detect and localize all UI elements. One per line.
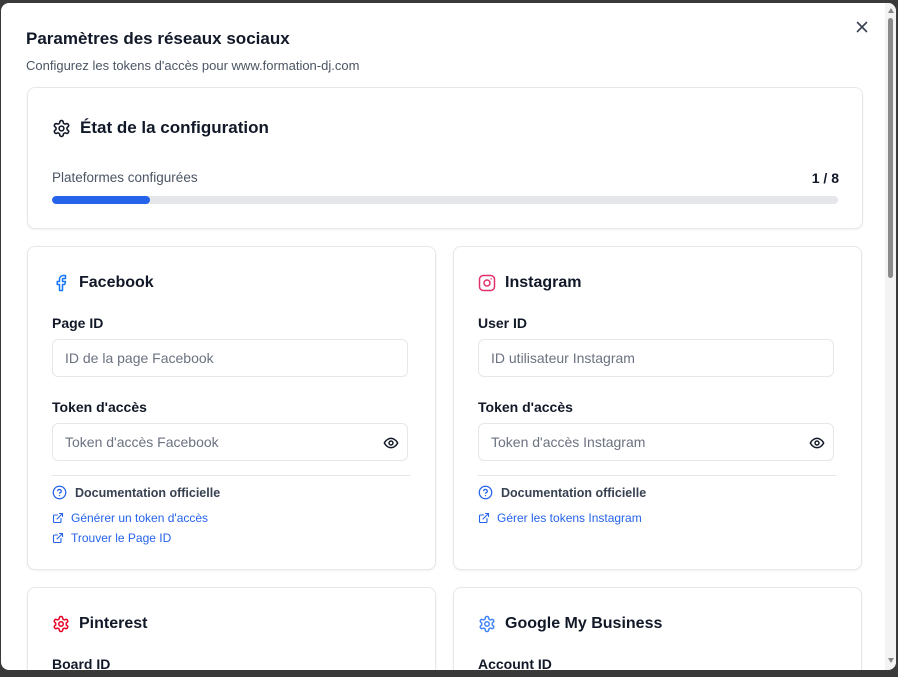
scroll-down-arrow-icon[interactable]	[888, 658, 894, 663]
help-circle-icon	[52, 485, 67, 500]
scrollbar[interactable]	[885, 3, 896, 670]
token-input[interactable]	[52, 423, 408, 461]
pinterest-heading: Pinterest	[52, 615, 147, 633]
scroll-thumb[interactable]	[888, 18, 893, 278]
external-link-icon	[478, 512, 490, 524]
platform-name: Pinterest	[79, 615, 148, 632]
platform-name: Google My Business	[505, 615, 663, 632]
instagram-card: Instagram User ID Token d'accès Document…	[453, 246, 862, 570]
user-id-label: User ID	[478, 315, 528, 331]
eye-icon	[383, 437, 399, 449]
token-input[interactable]	[478, 423, 834, 461]
gear-icon	[479, 615, 495, 633]
settings-dialog: Paramètres des réseaux sociaux Configure…	[1, 3, 896, 670]
token-label: Token d'accès	[52, 399, 147, 415]
close-button[interactable]	[854, 19, 870, 35]
board-id-label: Board ID	[52, 656, 111, 670]
documentation-title: Documentation officielle	[501, 485, 647, 500]
link-label: Générer un token d'accès	[71, 511, 209, 525]
user-id-input[interactable]	[478, 339, 834, 377]
dialog-subtitle: Configurez les tokens d'accès pour www.f…	[26, 58, 360, 73]
configuration-status-card: État de la configuration Plateformes con…	[27, 87, 863, 229]
find-page-id-link[interactable]: Trouver le Page ID	[52, 531, 171, 545]
facebook-heading: Facebook	[52, 274, 154, 292]
generate-token-link[interactable]: Générer un token d'accès	[52, 511, 208, 525]
toggle-visibility-button[interactable]	[383, 435, 399, 451]
page-id-label: Page ID	[52, 315, 104, 331]
google-my-business-heading: Google My Business	[478, 615, 662, 633]
page-id-input[interactable]	[52, 339, 408, 377]
external-link-icon	[52, 532, 64, 544]
eye-icon	[809, 437, 825, 449]
dialog-title: Paramètres des réseaux sociaux	[26, 29, 290, 48]
google-my-business-card: Google My Business Account ID	[453, 587, 862, 670]
manage-tokens-link[interactable]: Gérer les tokens Instagram	[478, 511, 642, 525]
documentation-heading: Documentation officielle	[52, 485, 220, 500]
facebook-icon	[56, 274, 67, 292]
platform-name: Facebook	[79, 274, 154, 291]
link-label: Trouver le Page ID	[71, 531, 172, 545]
token-label: Token d'accès	[478, 399, 573, 415]
documentation-title: Documentation officielle	[75, 485, 221, 500]
external-link-icon	[52, 512, 64, 524]
toggle-visibility-button[interactable]	[809, 435, 825, 451]
divider	[52, 475, 410, 476]
instagram-icon	[478, 274, 496, 292]
dialog-header: Paramètres des réseaux sociaux Configure…	[26, 29, 359, 73]
platform-name: Instagram	[505, 274, 582, 291]
progress-bar	[52, 196, 838, 204]
status-label: Plateformes configurées	[52, 170, 198, 185]
link-label: Gérer les tokens Instagram	[497, 511, 642, 525]
instagram-heading: Instagram	[478, 274, 581, 292]
pinterest-card: Pinterest Board ID	[27, 587, 436, 670]
help-circle-icon	[478, 485, 493, 500]
documentation-heading: Documentation officielle	[478, 485, 646, 500]
account-id-label: Account ID	[478, 656, 552, 670]
facebook-card: Facebook Page ID Token d'accès Documenta…	[27, 246, 436, 570]
scroll-up-arrow-icon[interactable]	[888, 8, 894, 13]
status-count: 1 / 8	[811, 170, 839, 186]
gear-icon	[53, 615, 69, 633]
status-heading: État de la configuration	[52, 118, 269, 138]
status-title: État de la configuration	[80, 118, 269, 137]
close-icon	[856, 21, 868, 33]
gear-icon	[53, 119, 70, 137]
divider	[478, 475, 836, 476]
progress-fill	[52, 196, 151, 204]
